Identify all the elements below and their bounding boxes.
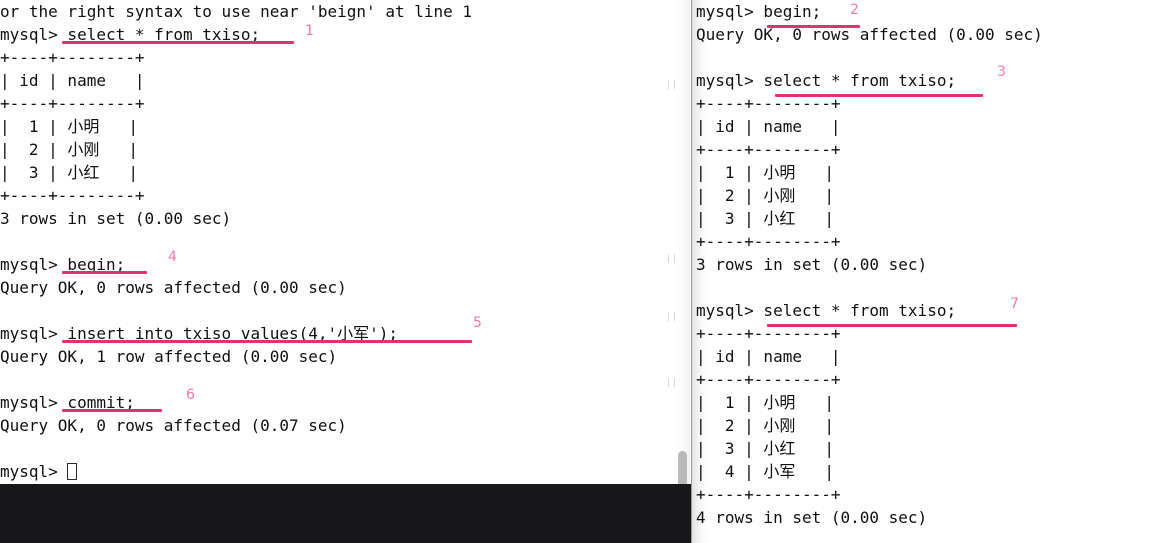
annotation-underline [62,271,147,274]
terminal-line: | 1 | 小明 | [0,117,138,136]
terminal-line: +----+--------+ [696,232,841,251]
terminal-line: +----+--------+ [696,485,841,504]
terminal-line: mysql> select * from txiso; [696,71,957,90]
terminal-line: 4 rows in set (0.00 sec) [696,508,928,527]
terminal-line: 3 rows in set (0.00 sec) [0,209,232,228]
terminal-line: | 1 | 小明 | [696,393,834,412]
terminal-line: or the right syntax to use near 'beign' … [0,2,473,21]
right-terminal-panel[interactable]: mysql> begin; Query OK, 0 rows affected (… [691,0,1172,543]
right-terminal-output[interactable]: mysql> begin; Query OK, 0 rows affected (… [692,0,1172,529]
terminal-line: mysql> select * from txiso; [696,301,957,320]
terminal-line: Query OK, 1 row affected (0.00 sec) [0,347,338,366]
left-terminal-panel[interactable]: or the right syntax to use near 'beign' … [0,0,691,543]
terminal-line: +----+--------+ [0,186,145,205]
terminal-line: | 3 | 小红 | [696,209,834,228]
annotation-number: 1 [305,23,314,39]
scroll-tick-mark [668,378,675,387]
terminal-line: | 1 | 小明 | [696,163,834,182]
terminal-line: | 2 | 小刚 | [696,416,834,435]
terminal-line: | id | name | [696,347,841,366]
terminal-line: | 3 | 小红 | [0,163,138,182]
annotation-number: 6 [186,387,195,403]
terminal-line: mysql> [0,460,691,483]
terminal-line: Query OK, 0 rows affected (0.00 sec) [0,278,347,297]
annotation-underline [775,94,983,97]
terminal-line: | id | name | [696,117,841,136]
annotation-number: 3 [997,64,1006,80]
terminal-line: +----+--------+ [696,370,841,389]
terminal-line: +----+--------+ [696,140,841,159]
left-panel-scrollbar-thumb[interactable] [678,451,687,487]
terminal-line: 3 rows in set (0.00 sec) [696,255,928,274]
annotation-underline [767,25,860,28]
annotation-number: 4 [168,249,177,265]
annotation-underline [62,340,472,343]
annotation-underline [767,324,1017,327]
terminal-line: +----+--------+ [0,48,145,67]
terminal-cursor [67,463,78,480]
annotation-number: 7 [1010,296,1019,312]
terminal-line: | 2 | 小刚 | [696,186,834,205]
annotation-number: 2 [850,2,859,18]
annotation-underline [62,409,162,412]
scroll-tick-mark [668,254,675,263]
terminal-line: | id | name | [0,71,145,90]
left-panel-scrollbar-track[interactable] [676,0,690,487]
terminal-line: +----+--------+ [0,94,145,113]
scroll-tick-mark [668,80,675,89]
annotation-underline [62,41,294,44]
scroll-tick-mark [668,312,675,321]
terminal-line: Query OK, 0 rows affected (0.07 sec) [0,416,347,435]
terminal-line: | 3 | 小红 | [696,439,834,458]
terminal-line: | 2 | 小刚 | [0,140,138,159]
bottom-black-bar [0,484,691,543]
terminal-line: mysql> begin; [696,2,822,21]
terminal-line: | 4 | 小军 | [696,462,834,481]
annotation-number: 5 [473,315,482,331]
